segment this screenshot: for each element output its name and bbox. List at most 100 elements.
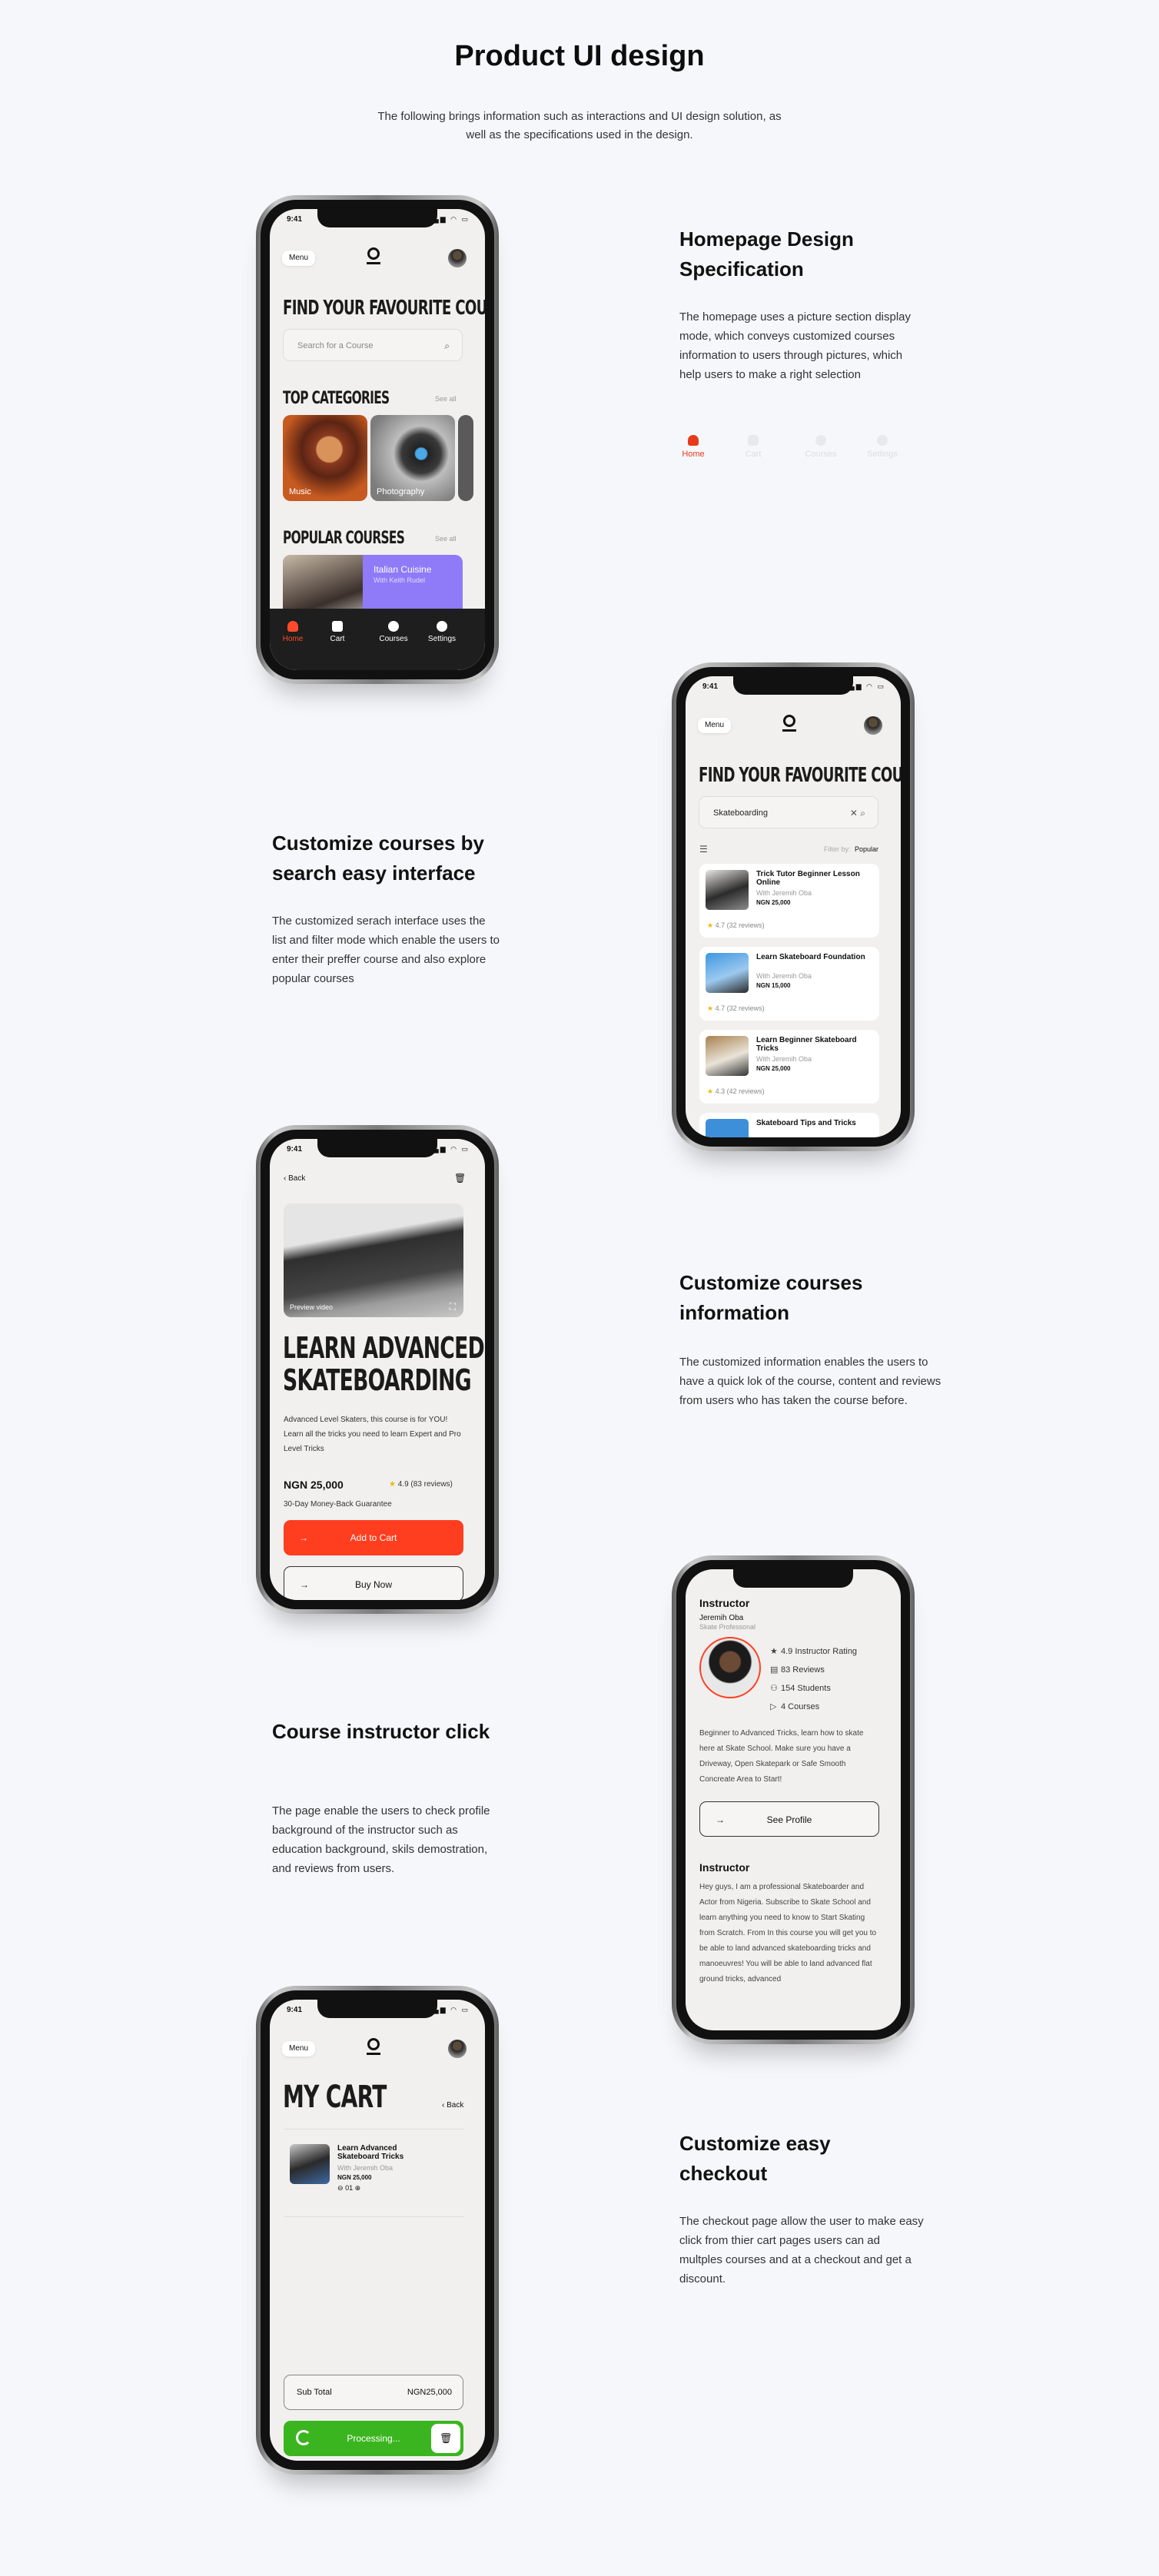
bottom-nav: Home Cart Courses Settings — [270, 609, 485, 670]
app-logo — [366, 2038, 381, 2056]
courses-icon — [815, 435, 826, 446]
nav-courses[interactable]: Courses — [370, 621, 417, 643]
see-all-link[interactable]: See all — [435, 395, 457, 403]
popular-courses-title: POPULAR COURSES — [283, 529, 405, 548]
phone-search: 9:41 ▂▄▆ ◠ ▭ Menu FIND YOUR FAVOURITE CO… — [672, 662, 915, 1151]
nav-cart[interactable]: Cart — [314, 621, 360, 643]
result-title: Learn Skateboard Foundation — [756, 953, 865, 961]
play-icon: ▷ — [770, 1702, 777, 1711]
cart-screen: 9:41 ▂▄▆ ◠ ▭ Menu MY CART ‹ Back Learn A… — [270, 2000, 485, 2461]
course-price: NGN 25,000 — [284, 1479, 344, 1491]
section-heading: Customize courses information — [679, 1271, 863, 1324]
gear-icon — [877, 435, 888, 446]
menu-button[interactable]: Menu — [282, 2041, 316, 2056]
course-title-line1: LEARN ADVANCED — [283, 1331, 485, 1365]
menu-button[interactable]: Menu — [698, 718, 732, 733]
legend-cart: Cart — [733, 435, 773, 459]
result-author: With Jeremih Oba — [756, 889, 812, 897]
section-text: The customized serach interface uses the… — [272, 915, 500, 985]
result-rating: ★ 4.7 (32 reviews) — [707, 1004, 765, 1012]
section-heading: Customize courses by search easy interfa… — [272, 832, 484, 885]
minus-icon: ⊖ — [337, 2184, 344, 2192]
subtotal-value: NGN25,000 — [407, 2388, 452, 2397]
top-categories-title: TOP CATEGORIES — [283, 389, 390, 408]
trash-icon[interactable]: 🗑 — [431, 2424, 460, 2453]
section-heading: Course instructor click — [272, 1720, 490, 1743]
star-icon: ★ — [707, 1087, 714, 1095]
see-all-link[interactable]: See all — [435, 535, 457, 543]
result-author: With Jeremih Oba — [756, 972, 812, 980]
home-icon — [688, 435, 699, 446]
category-card-partial[interactable] — [458, 415, 473, 501]
quantity-stepper[interactable]: ⊖ 01 ⊕ — [337, 2184, 360, 2193]
detail-screen: 9:41 ▂▄▆ ◠ ▭ ‹ Back 🗑 Preview video ⛶ LE… — [270, 1139, 485, 1600]
checkout-button[interactable]: Processing... 🗑 — [284, 2421, 463, 2456]
see-profile-button[interactable]: → See Profile — [699, 1801, 879, 1837]
status-time: 9:41 — [287, 2006, 303, 2014]
menu-button[interactable]: Menu — [282, 251, 316, 266]
cart-item[interactable]: Learn Advanced Skateboard Tricks With Je… — [284, 2136, 463, 2207]
nav-home[interactable]: Home — [270, 621, 316, 643]
instructor-heading: Instructor — [699, 1597, 750, 1609]
trash-icon[interactable]: 🗑 — [454, 1173, 466, 1183]
result-card[interactable]: Trick Tutor Beginner Lesson Online With … — [699, 864, 879, 938]
status-time: 9:41 — [287, 1145, 303, 1154]
avatar[interactable] — [448, 249, 467, 267]
section-text: The customized information enables the u… — [679, 1356, 941, 1407]
result-price: NGN 25,000 — [756, 1065, 791, 1072]
result-title: Trick Tutor Beginner Lesson Online — [756, 870, 860, 887]
filter-value[interactable]: Popular — [855, 845, 878, 853]
avatar[interactable] — [864, 716, 882, 735]
instructor-name: Jeremih Oba — [699, 1614, 744, 1622]
category-card-music[interactable]: Music — [283, 415, 367, 501]
subtotal-label: Sub Total — [297, 2388, 332, 2397]
result-rating: ★ 4.3 (42 reviews) — [707, 1087, 765, 1095]
instructor-about: Hey guys, I am a professional Skateboard… — [699, 1883, 877, 1983]
filter-icon[interactable]: ☰ — [699, 844, 708, 855]
nav-settings[interactable]: Settings — [419, 621, 465, 643]
instructor-role: Skate Professonal — [699, 1623, 756, 1631]
course-description: Advanced Level Skaters, this course is f… — [284, 1416, 461, 1453]
divider — [284, 2129, 463, 2130]
subtotal-row: Sub Total NGN25,000 — [284, 2375, 463, 2410]
section-heading: Homepage Design Specification — [679, 227, 854, 281]
search-input[interactable]: Skateboarding ✕ ⌕ — [699, 796, 878, 828]
fullscreen-icon[interactable]: ⛶ — [450, 1301, 456, 1313]
star-icon: ★ — [389, 1480, 396, 1489]
result-thumbnail — [706, 870, 749, 910]
section-heading: Customize easy checkout — [679, 2132, 831, 2185]
result-thumbnail — [706, 1036, 749, 1076]
gear-icon — [437, 621, 447, 632]
legend-home: Home — [673, 435, 713, 459]
status-time: 9:41 — [702, 682, 719, 691]
arrow-right-icon: → — [300, 1579, 309, 1590]
result-card[interactable]: Skateboard Tips and Tricks — [699, 1113, 879, 1137]
result-thumbnail — [706, 953, 749, 993]
phone-home: 9:41 ▂▄▆ ◠ ▭ Menu FIND YOUR FAVOURITE CO… — [256, 195, 499, 684]
add-to-cart-button[interactable]: → Add to Cart — [284, 1520, 463, 1555]
category-card-photography[interactable]: Photography — [370, 415, 455, 501]
clear-search-icon[interactable]: ✕ ⌕ — [850, 797, 865, 829]
preview-video[interactable]: Preview video ⛶ — [284, 1203, 463, 1317]
search-input[interactable]: Search for a Course ⌕ — [283, 329, 463, 361]
back-button[interactable]: ‹ Back — [442, 2101, 463, 2110]
search-query: Skateboarding — [713, 808, 768, 818]
back-button[interactable]: ‹ Back — [284, 1174, 305, 1183]
courses-icon — [388, 621, 399, 632]
guarantee-text: 30-Day Money-Back Guarantee — [284, 1500, 392, 1509]
phone-cart: 9:41 ▂▄▆ ◠ ▭ Menu MY CART ‹ Back Learn A… — [256, 1986, 499, 2475]
preview-label: Preview video — [290, 1303, 334, 1311]
avatar[interactable] — [448, 2040, 467, 2058]
result-title: Learn Beginner Skateboard Tricks — [756, 1036, 857, 1053]
app-logo — [366, 247, 381, 266]
star-icon: ★ — [707, 921, 714, 929]
instructor-rating: ★ 4.9 Instructor Rating — [770, 1647, 858, 1656]
result-thumbnail — [706, 1119, 749, 1137]
buy-now-button[interactable]: → Buy Now — [284, 1566, 463, 1600]
instructor-courses: ▷ 4 Courses — [770, 1702, 820, 1711]
instructor-reviews: ▤ 83 Reviews — [770, 1665, 825, 1675]
result-card[interactable]: Learn Skateboard Foundation With Jeremih… — [699, 947, 879, 1021]
result-card[interactable]: Learn Beginner Skateboard Tricks With Je… — [699, 1030, 879, 1104]
plus-icon: ⊕ — [354, 2184, 361, 2192]
students-icon: ⚇ — [770, 1684, 778, 1693]
